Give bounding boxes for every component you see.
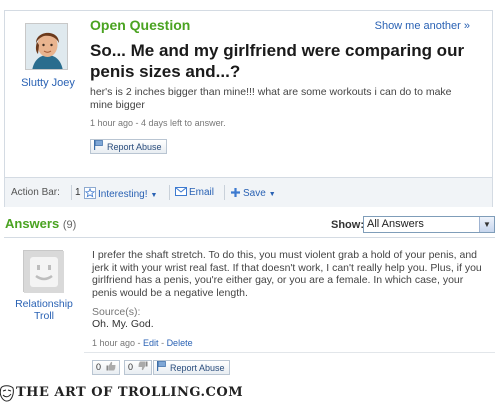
flag-icon (94, 140, 104, 154)
edit-link[interactable]: Edit (143, 338, 159, 348)
plus-icon (230, 187, 241, 199)
divider (224, 185, 225, 200)
question-status-heading: Open Question (90, 17, 191, 33)
show-filter-label: Show: (331, 219, 364, 231)
email-button[interactable]: Email (175, 187, 214, 198)
flag-icon (157, 361, 167, 375)
question-report-abuse-label: Report Abuse (107, 142, 162, 152)
divider (84, 352, 495, 353)
thumbs-up-button[interactable]: 0 (92, 360, 120, 375)
asker-name-link[interactable]: Slutty Joey (13, 77, 83, 89)
question-panel: Slutty Joey Open Question Show me anothe… (4, 10, 493, 207)
watermark-text: THE ART OF TROLLING.COM (16, 385, 244, 400)
answerer-avatar[interactable] (23, 250, 64, 293)
answer-report-abuse-button[interactable]: Report Abuse (153, 360, 230, 375)
envelope-icon (175, 187, 187, 198)
question-report-abuse-button[interactable]: Report Abuse (90, 139, 167, 154)
interesting-label: Interesting! (98, 189, 148, 200)
chevron-down-icon: ▼ (268, 191, 276, 198)
action-bar-label: Action Bar: (11, 187, 60, 198)
thumbs-down-icon (137, 361, 148, 372)
answer-time: 1 hour ago (92, 338, 136, 348)
show-filter-value: All Answers (367, 218, 424, 230)
email-label: Email (189, 187, 215, 198)
troll-face-icon (0, 385, 14, 402)
delete-link[interactable]: Delete (167, 338, 193, 348)
interesting-button[interactable]: Interesting! ▼ (84, 187, 157, 200)
star-icon (84, 187, 96, 200)
question-body: her's is 2 inches bigger than mine!!! wh… (90, 86, 452, 111)
answerer-name-link[interactable]: Relationship Troll (8, 298, 80, 322)
answer-meta: 1 hour ago - Edit - Delete (92, 338, 193, 348)
save-label: Save (243, 188, 266, 199)
answer-source-text: Oh. My. God. (92, 318, 154, 330)
answers-heading: Answers (9) (5, 216, 76, 231)
watermark-banner: THE ART OF TROLLING.COM (0, 385, 500, 403)
interesting-count: 1 (75, 187, 81, 198)
show-filter-select[interactable]: All Answers ▼ (363, 216, 495, 233)
answers-heading-label: Answers (5, 216, 60, 231)
thumbs-down-button[interactable]: 0 (124, 360, 152, 375)
question-meta: 1 hour ago - 4 days left to answer. (90, 118, 226, 128)
save-button[interactable]: Save ▼ (230, 187, 276, 199)
divider (169, 185, 170, 200)
thumbs-up-icon (106, 361, 116, 372)
thumbs-up-count: 0 (96, 362, 102, 372)
action-bar: Action Bar: 1 Interesting! ▼ Email Save ▼ (5, 177, 492, 207)
question-title: So... Me and my girlfriend were comparin… (90, 41, 465, 81)
asker-avatar[interactable] (25, 23, 68, 70)
show-another-link[interactable]: Show me another » (375, 20, 470, 32)
answer-report-abuse-label: Report Abuse (170, 363, 225, 373)
answer-body: I prefer the shaft stretch. To do this, … (92, 249, 482, 299)
thumbs-down-count: 0 (128, 362, 134, 372)
chevron-down-icon[interactable]: ▼ (479, 217, 494, 232)
chevron-down-icon: ▼ (150, 192, 158, 199)
divider (71, 185, 72, 200)
answers-count: (9) (62, 219, 77, 231)
answer-source-label: Source(s): (92, 306, 141, 318)
divider (4, 237, 495, 238)
